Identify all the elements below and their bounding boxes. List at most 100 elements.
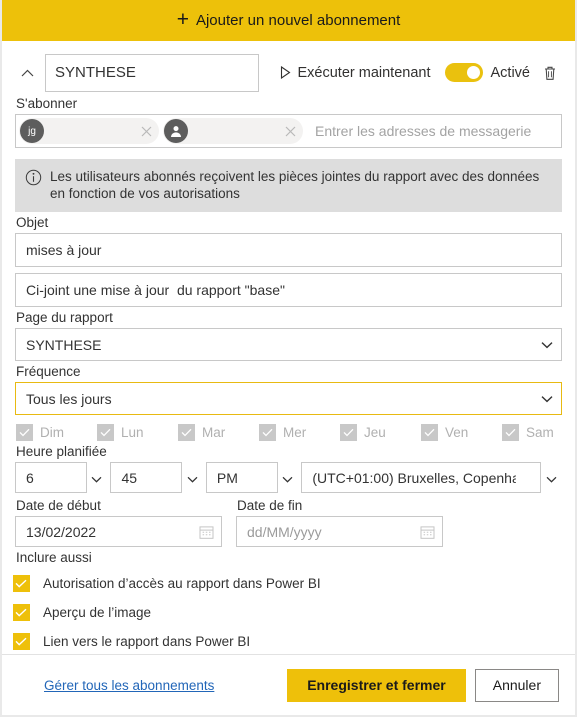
timezone-select-wrap: (UTC+01:00) Bruxelles, Copenhague	[301, 462, 557, 493]
checkbox-icon[interactable]	[178, 424, 195, 441]
timezone-select[interactable]: (UTC+01:00) Bruxelles, Copenhague	[301, 462, 542, 493]
end-date-label: Date de fin	[237, 498, 303, 513]
toggle-state-label: Activé	[490, 64, 531, 81]
subscriber-chip[interactable]	[163, 118, 303, 144]
include-option-label: Autorisation d’accès au rapport dans Pow…	[43, 575, 321, 591]
weekday-item-sam[interactable]: Sam	[502, 424, 575, 441]
message-body-input[interactable]	[15, 273, 562, 307]
scheduled-time-row: 6 45 PM (UTC+01:00) Bruxelles, Copenhagu…	[15, 462, 562, 493]
weekday-label: Jeu	[364, 425, 386, 440]
header-actions: Exécuter maintenant Activé	[280, 62, 563, 84]
report-page-select[interactable]: SYNTHESE	[15, 328, 562, 361]
checkbox-icon[interactable]	[97, 424, 114, 441]
chevron-up-icon[interactable]	[17, 63, 37, 83]
weekday-label: Lun	[121, 425, 144, 440]
chevron-down-icon	[91, 470, 102, 487]
checkbox-icon[interactable]	[259, 424, 276, 441]
checkbox-icon[interactable]	[340, 424, 357, 441]
trash-icon[interactable]	[540, 62, 560, 84]
info-circle-icon	[25, 169, 43, 187]
checkbox-icon[interactable]	[16, 424, 33, 441]
subject-label: Objet	[16, 215, 49, 230]
enabled-toggle[interactable]	[444, 63, 483, 82]
weekday-label: Sam	[526, 425, 554, 440]
report-page-select-wrap: SYNTHESE	[15, 328, 562, 361]
play-triangle-icon	[280, 66, 291, 79]
frequency-label: Fréquence	[16, 364, 81, 379]
checkbox-box	[12, 603, 30, 621]
subscription-name-input[interactable]	[45, 53, 259, 92]
report-page-label: Page du rapport	[16, 310, 113, 325]
weekday-checkbox-row: Dim Lun Mar Mer Jeu Ven Sam	[15, 424, 562, 441]
calendar-icon[interactable]	[420, 524, 435, 539]
weekday-item-mar[interactable]: Mar	[178, 424, 259, 441]
subscription-form: Exécuter maintenant Activé S'abonner jg	[2, 41, 575, 654]
include-also-label: Inclure aussi	[16, 550, 92, 565]
weekday-item-dim[interactable]: Dim	[16, 424, 97, 441]
toggle-knob	[466, 66, 480, 79]
hour-select[interactable]: 6	[15, 462, 87, 493]
frequency-select[interactable]: Tous les jours	[15, 382, 562, 415]
subscriber-chip[interactable]: jg	[19, 118, 159, 144]
start-date-value: 13/02/2022	[26, 523, 97, 540]
chevron-down-icon	[187, 470, 198, 487]
checkbox-icon[interactable]	[421, 424, 438, 441]
chevron-down-icon	[282, 470, 293, 487]
permissions-info-banner: Les utilisateurs abonnés reçoivent les p…	[15, 159, 562, 212]
cancel-button[interactable]: Annuler	[474, 668, 559, 702]
meridiem-select-wrap: PM	[205, 462, 293, 493]
subscription-panel: + Ajouter un nouvel abonnement Exécuter …	[0, 0, 577, 717]
subscribe-label: S'abonner	[16, 96, 78, 111]
date-range-row: Date de début 13/02/2022 Date de fin dd/…	[15, 495, 562, 547]
start-date-col: Date de début 13/02/2022	[15, 495, 222, 547]
minute-select-wrap: 45	[110, 462, 198, 493]
subscribers-input[interactable]: jg Entrer les adresses de messagerie	[15, 114, 562, 148]
end-date-field[interactable]: dd/MM/yyyy	[236, 516, 443, 547]
run-now-label: Exécuter maintenant	[297, 64, 431, 81]
weekday-item-jeu[interactable]: Jeu	[340, 424, 421, 441]
add-subscription-label: Ajouter un nouvel abonnement	[195, 12, 401, 29]
weekday-label: Dim	[40, 425, 64, 440]
manage-subscriptions-link[interactable]: Gérer tous les abonnements	[44, 678, 214, 693]
close-icon[interactable]	[133, 118, 159, 144]
minute-select[interactable]: 45	[110, 462, 183, 493]
weekday-label: Mer	[283, 425, 307, 440]
checkbox-icon[interactable]	[12, 632, 34, 651]
checkbox-icon[interactable]	[502, 424, 519, 441]
end-date-col: Date de fin dd/MM/yyyy	[236, 495, 443, 547]
meridiem-select[interactable]: PM	[205, 462, 278, 493]
weekday-label: Mar	[202, 425, 226, 440]
weekday-label: Ven	[445, 425, 469, 440]
footer-buttons: Enregistrer et fermer Annuler	[287, 668, 559, 702]
scheduled-time-label: Heure planifiée	[16, 444, 107, 459]
subscribers-placeholder: Entrer les adresses de messagerie	[315, 123, 532, 139]
start-date-field[interactable]: 13/02/2022	[15, 516, 222, 547]
hour-select-wrap: 6	[15, 462, 102, 493]
weekday-item-ven[interactable]: Ven	[421, 424, 502, 441]
checkbox-icon[interactable]	[12, 603, 34, 622]
end-date-placeholder: dd/MM/yyyy	[247, 523, 322, 540]
close-icon[interactable]	[277, 118, 303, 144]
include-image-preview-option[interactable]: Aperçu de l’image	[12, 599, 215, 625]
person-icon	[164, 119, 188, 143]
checkbox-icon[interactable]	[12, 574, 34, 593]
avatar: jg	[20, 119, 44, 143]
include-option-label: Aperçu de l’image	[43, 604, 152, 620]
include-permission-option[interactable]: Autorisation d’accès au rapport dans Pow…	[12, 570, 365, 596]
save-and-close-button[interactable]: Enregistrer et fermer	[287, 668, 466, 702]
permissions-info-text: Les utilisateurs abonnés reçoivent les p…	[50, 169, 540, 201]
calendar-icon[interactable]	[199, 524, 214, 539]
frequency-select-wrap: Tous les jours	[15, 382, 562, 415]
weekday-item-mer[interactable]: Mer	[259, 424, 340, 441]
include-also-options: Autorisation d’accès au rapport dans Pow…	[12, 570, 562, 654]
run-now-button[interactable]: Exécuter maintenant	[280, 65, 431, 81]
add-subscription-banner[interactable]: + Ajouter un nouvel abonnement	[2, 0, 575, 41]
subject-input[interactable]	[15, 233, 562, 267]
chevron-down-icon	[546, 470, 557, 487]
include-report-link-option[interactable]: Lien vers le rapport dans Power BI	[12, 628, 365, 654]
panel-footer: Gérer tous les abonnements Enregistrer e…	[2, 654, 575, 715]
checkbox-box	[12, 574, 30, 592]
start-date-label: Date de début	[16, 498, 101, 513]
weekday-item-lun[interactable]: Lun	[97, 424, 178, 441]
include-option-label: Lien vers le rapport dans Power BI	[43, 633, 251, 649]
